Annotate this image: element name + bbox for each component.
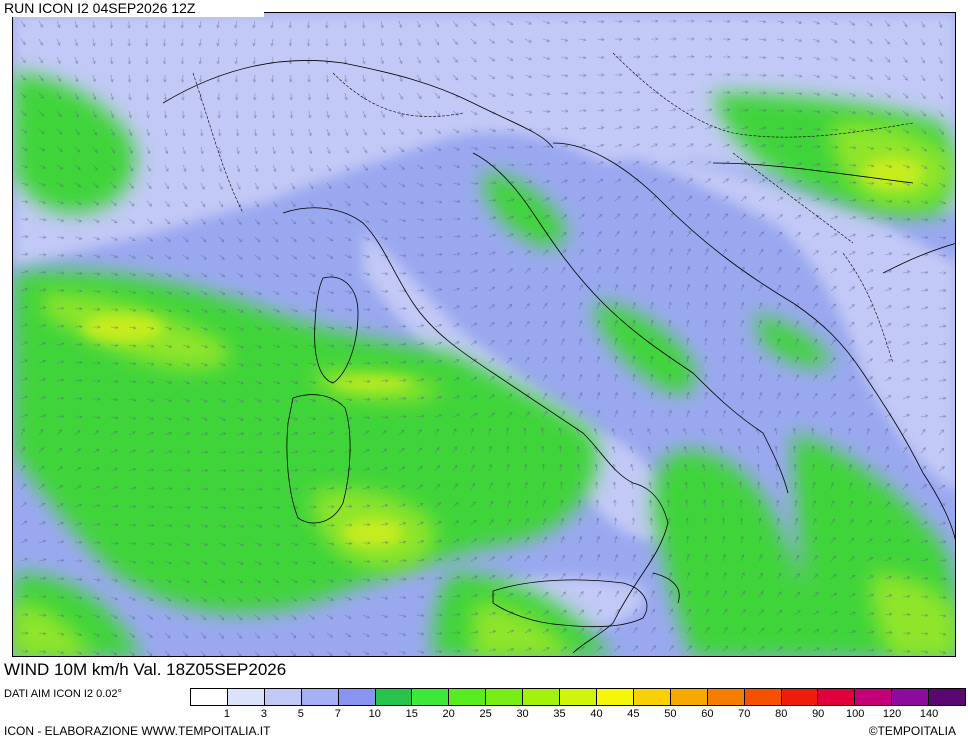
legend-tick-label: 25 xyxy=(479,708,492,720)
legend-swatch xyxy=(818,689,856,705)
legend-swatch xyxy=(191,689,228,705)
legend-tick-label: 60 xyxy=(701,708,714,720)
legend-tick-label: 70 xyxy=(738,708,751,720)
legend-swatch xyxy=(596,689,634,705)
legend-tick-label: 80 xyxy=(775,708,788,720)
run-label: RUN ICON I2 04SEP2026 12Z xyxy=(0,0,264,17)
legend-swatch xyxy=(449,689,487,705)
legend-swatch xyxy=(301,689,339,705)
legend-tick-label: 100 xyxy=(845,708,865,720)
legend-swatch xyxy=(892,689,930,705)
footer-credit: ICON - ELABORAZIONE WWW.TEMPOITALIA.IT xyxy=(4,724,271,738)
wind-field-svg xyxy=(13,13,955,656)
legend-swatch xyxy=(227,689,265,705)
legend-tick-label: 10 xyxy=(368,708,381,720)
legend-swatch xyxy=(486,689,524,705)
legend-tick-label: 1 xyxy=(223,708,230,720)
legend-swatch xyxy=(707,689,745,705)
legend-tick-label: 30 xyxy=(516,708,529,720)
legend-swatch xyxy=(523,689,561,705)
legend-tick-label: 140 xyxy=(919,708,939,720)
map-title: WIND 10M km/h Val. 18Z05SEP2026 xyxy=(0,657,414,683)
legend-tick-label: 7 xyxy=(334,708,341,720)
legend-swatch xyxy=(670,689,708,705)
legend-swatch xyxy=(855,689,893,705)
legend-tick-label: 35 xyxy=(553,708,566,720)
data-source-label: DATI AIM ICON I2 0.02° xyxy=(4,688,122,700)
legend-tick-label: 50 xyxy=(664,708,677,720)
legend-tick-labels: 1 3 5 7 10 15 20 25 30 35 40 45 50 60 70 80 90 100 120 140 xyxy=(190,708,966,722)
legend-swatch xyxy=(375,689,413,705)
legend-tick-label: 120 xyxy=(882,708,902,720)
legend-swatch xyxy=(929,689,966,705)
legend-swatch xyxy=(560,689,597,705)
legend-tick-label: 15 xyxy=(405,708,418,720)
wind-map xyxy=(12,12,956,657)
legend-swatch xyxy=(412,689,450,705)
footer-brand: ©TEMPOITALIA xyxy=(868,724,956,738)
legend-tick-label: 45 xyxy=(627,708,640,720)
legend-swatch xyxy=(338,689,376,705)
legend-swatch xyxy=(264,689,302,705)
legend-tick-label: 3 xyxy=(260,708,267,720)
color-legend xyxy=(190,688,966,706)
legend-tick-label: 5 xyxy=(297,708,304,720)
legend-swatch xyxy=(744,689,782,705)
legend-tick-label: 40 xyxy=(590,708,603,720)
legend-tick-label: 90 xyxy=(812,708,825,720)
legend-tick-label: 20 xyxy=(442,708,455,720)
legend-swatch xyxy=(633,689,671,705)
legend-swatch xyxy=(781,689,819,705)
